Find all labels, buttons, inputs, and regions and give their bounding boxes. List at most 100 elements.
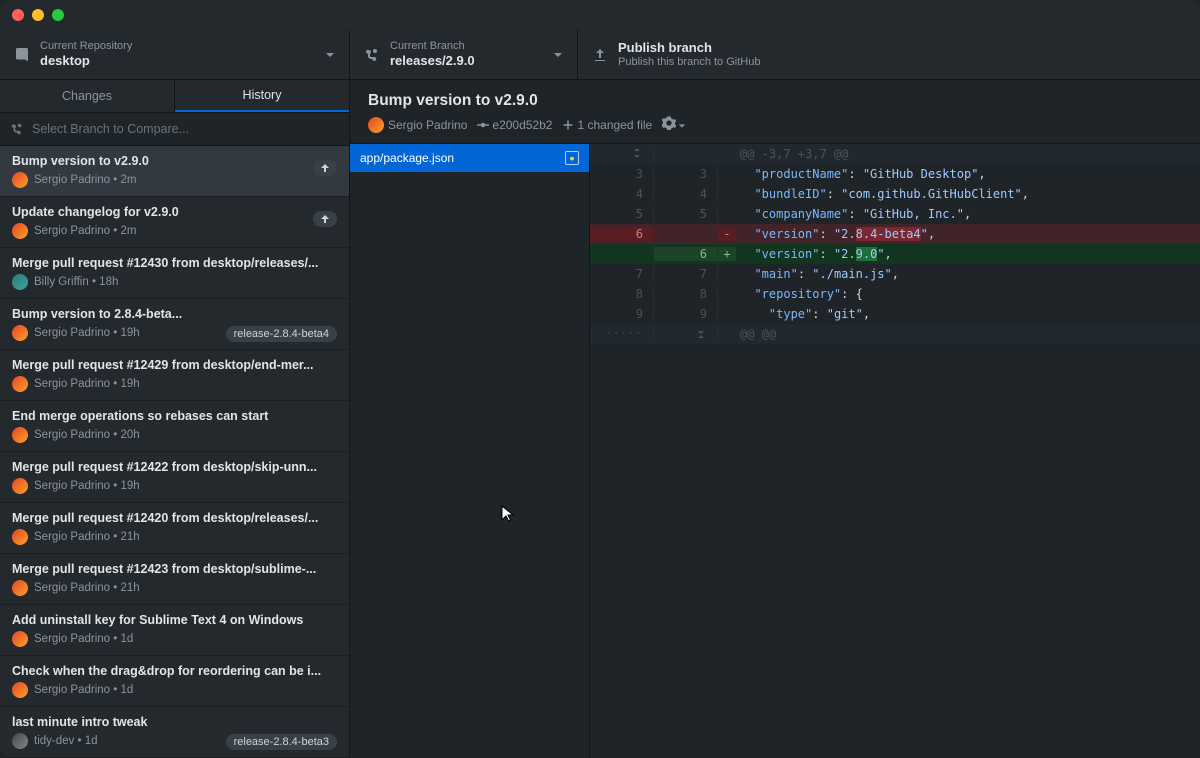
release-tag-badge: release-2.8.4-beta3 bbox=[226, 734, 337, 750]
diff-code: "type": "git", bbox=[736, 307, 1200, 321]
old-line-no: 5 bbox=[590, 207, 654, 221]
commit-time: 19h bbox=[121, 480, 140, 492]
avatar bbox=[12, 529, 28, 545]
old-line-no: 8 bbox=[590, 287, 654, 301]
diff-code: "version": "2.9.0", bbox=[736, 247, 1200, 261]
commit-title: Check when the drag&drop for reordering … bbox=[12, 664, 322, 678]
commit-time: 21h bbox=[121, 582, 140, 594]
commit-header: Bump version to v2.9.0 Sergio Padrino e2… bbox=[350, 80, 1200, 144]
commit-item[interactable]: Bump version to v2.9.0Sergio Padrino • 2… bbox=[0, 146, 349, 197]
commit-item[interactable]: Check when the drag&drop for reordering … bbox=[0, 656, 349, 707]
app-window: Current Repository desktop Current Branc… bbox=[0, 0, 1200, 758]
commit-item[interactable]: Update changelog for v2.9.0 Sergio Padrin… bbox=[0, 197, 349, 248]
tab-history[interactable]: History bbox=[175, 80, 349, 112]
sidebar-tabs: Changes History bbox=[0, 80, 349, 113]
avatar bbox=[12, 478, 28, 494]
commit-time: 1d bbox=[121, 684, 134, 696]
commit-time: 1d bbox=[121, 633, 134, 645]
top-toolbar: Current Repository desktop Current Branc… bbox=[0, 30, 1200, 80]
commit-time: 19h bbox=[121, 327, 140, 339]
avatar bbox=[368, 117, 384, 133]
diff-line: @@ -3,7 +3,7 @@ bbox=[590, 144, 1200, 164]
commit-title: Bump version to v2.9.0 bbox=[12, 154, 322, 168]
diff-code: "companyName": "GitHub, Inc.", bbox=[736, 207, 1200, 221]
commit-item[interactable]: Add uninstall key for Sublime Text 4 on … bbox=[0, 605, 349, 656]
commit-author: Sergio Padrino bbox=[34, 225, 110, 237]
current-branch-button[interactable]: Current Branch releases/2.9.0 bbox=[350, 30, 578, 79]
diff-settings-button[interactable] bbox=[662, 116, 686, 133]
commit-title: Add uninstall key for Sublime Text 4 on … bbox=[12, 613, 322, 627]
commit-time: 19h bbox=[121, 378, 140, 390]
publish-branch-button[interactable]: Publish branch Publish this branch to Gi… bbox=[578, 30, 1200, 79]
maximize-window-button[interactable] bbox=[52, 9, 64, 21]
commit-author: Sergio Padrino bbox=[34, 327, 110, 339]
new-line-no: 3 bbox=[654, 167, 718, 181]
avatar bbox=[12, 682, 28, 698]
commit-item[interactable]: End merge operations so rebases can star… bbox=[0, 401, 349, 452]
file-path: app/package.json bbox=[360, 151, 454, 165]
commit-author: Sergio Padrino bbox=[368, 117, 467, 133]
commit-author: Sergio Padrino bbox=[34, 633, 110, 645]
commit-item[interactable]: Merge pull request #12422 from desktop/s… bbox=[0, 452, 349, 503]
compare-branch-input[interactable] bbox=[32, 122, 339, 136]
commit-list[interactable]: Bump version to v2.9.0Sergio Padrino • 2… bbox=[0, 146, 349, 758]
avatar bbox=[12, 733, 28, 749]
publish-label: Publish branch bbox=[618, 40, 760, 56]
avatar bbox=[12, 376, 28, 392]
diff-code: "version": "2.8.4-beta4", bbox=[736, 227, 1200, 241]
avatar bbox=[12, 274, 28, 290]
diff-line: 6+ "version": "2.9.0", bbox=[590, 244, 1200, 264]
repo-value: desktop bbox=[40, 53, 132, 69]
diff-icon bbox=[562, 119, 574, 131]
commit-title: Merge pull request #12429 from desktop/e… bbox=[12, 358, 322, 372]
diff-line: 6- "version": "2.8.4-beta4", bbox=[590, 224, 1200, 244]
commit-item[interactable]: Merge pull request #12420 from desktop/r… bbox=[0, 503, 349, 554]
compare-branch-field[interactable] bbox=[0, 113, 349, 146]
git-commit-icon bbox=[477, 119, 489, 131]
new-line-no: 5 bbox=[654, 207, 718, 221]
diff-panel: Bump version to v2.9.0 Sergio Padrino e2… bbox=[350, 80, 1200, 758]
commit-title: Bump version to v2.9.0 bbox=[368, 92, 1182, 110]
commit-item[interactable]: Merge pull request #12423 from desktop/s… bbox=[0, 554, 349, 605]
minimize-window-button[interactable] bbox=[32, 9, 44, 21]
unpushed-indicator-icon bbox=[313, 211, 337, 227]
tab-changes[interactable]: Changes bbox=[0, 80, 175, 112]
file-item[interactable]: app/package.json bbox=[350, 144, 589, 172]
new-line-no: 4 bbox=[654, 187, 718, 201]
commit-title: Merge pull request #12422 from desktop/s… bbox=[12, 460, 322, 474]
commit-title: last minute intro tweak bbox=[12, 715, 322, 729]
commit-time: 20h bbox=[121, 429, 140, 441]
git-branch-icon bbox=[10, 122, 24, 136]
commit-author: Sergio Padrino bbox=[34, 531, 110, 543]
commit-item[interactable]: last minute intro tweaktidy-dev • 1drele… bbox=[0, 707, 349, 758]
gear-icon bbox=[662, 116, 676, 130]
release-tag-badge: release-2.8.4-beta4 bbox=[226, 326, 337, 342]
commit-time: 2m bbox=[121, 225, 137, 237]
branch-label: Current Branch bbox=[390, 40, 475, 53]
commit-item[interactable]: Merge pull request #12430 from desktop/r… bbox=[0, 248, 349, 299]
commit-item[interactable]: Bump version to 2.8.4-beta...Sergio Padr… bbox=[0, 299, 349, 350]
close-window-button[interactable] bbox=[12, 9, 24, 21]
commit-sha[interactable]: e200d52b2 bbox=[477, 118, 552, 132]
diff-view[interactable]: @@ -3,7 +3,7 @@33 "productName": "GitHub… bbox=[590, 144, 1200, 758]
commit-author: Sergio Padrino bbox=[34, 174, 110, 186]
diff-code: "productName": "GitHub Desktop", bbox=[736, 167, 1200, 181]
commit-time: 1d bbox=[85, 735, 98, 747]
avatar bbox=[12, 325, 28, 341]
diff-line: 44 "bundleID": "com.github.GitHubClient"… bbox=[590, 184, 1200, 204]
commit-author: Sergio Padrino bbox=[34, 684, 110, 696]
avatar bbox=[12, 580, 28, 596]
unpushed-indicator-icon bbox=[313, 160, 337, 176]
avatar bbox=[12, 427, 28, 443]
diff-code: @@ -3,7 +3,7 @@ bbox=[736, 147, 1200, 161]
commit-item[interactable]: Merge pull request #12429 from desktop/e… bbox=[0, 350, 349, 401]
commit-title: Update changelog for v2.9.0 bbox=[12, 205, 322, 219]
current-repository-button[interactable]: Current Repository desktop bbox=[0, 30, 350, 79]
commit-author: Sergio Padrino bbox=[34, 378, 110, 390]
old-line-no bbox=[590, 147, 654, 162]
commit-title: Merge pull request #12420 from desktop/r… bbox=[12, 511, 322, 525]
avatar bbox=[12, 631, 28, 647]
window-controls bbox=[12, 9, 64, 21]
repo-icon bbox=[14, 47, 30, 63]
old-line-no: 6 bbox=[590, 227, 654, 241]
